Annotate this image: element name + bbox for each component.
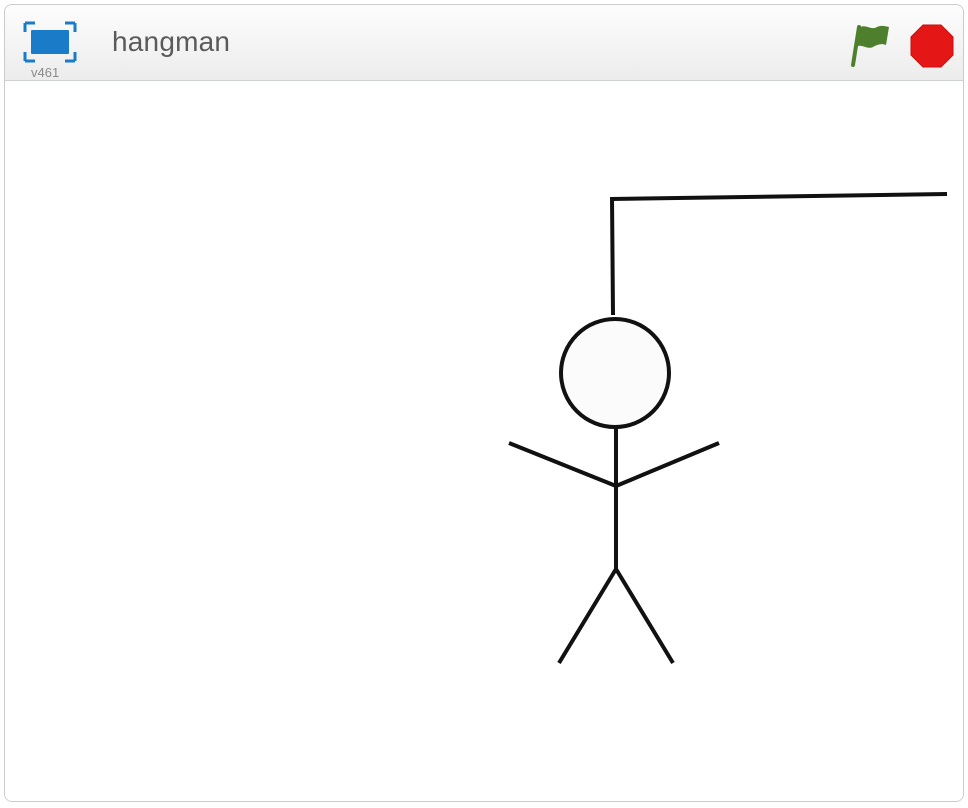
hangman-head [559,317,671,429]
hangman-drawing [508,192,948,665]
hangman-right-leg [614,567,675,665]
stop-sign-icon [910,24,954,68]
project-title: hangman [112,26,231,57]
hangman-left-leg [557,567,618,665]
player-titlebar: v461 hangman [5,5,963,81]
gallows-beam [610,192,948,201]
gallows-rope [610,196,615,316]
stage[interactable] [5,81,963,801]
version-label: v461 [31,65,60,80]
hangman-left-arm [508,441,617,488]
fullscreen-button[interactable] [23,21,77,63]
hangman-right-arm [615,441,720,488]
green-flag-icon [851,25,889,67]
fullscreen-icon [23,21,77,63]
green-flag-button[interactable] [843,19,893,69]
scratch-player: v461 hangman [4,4,964,802]
stop-button[interactable] [909,23,955,69]
